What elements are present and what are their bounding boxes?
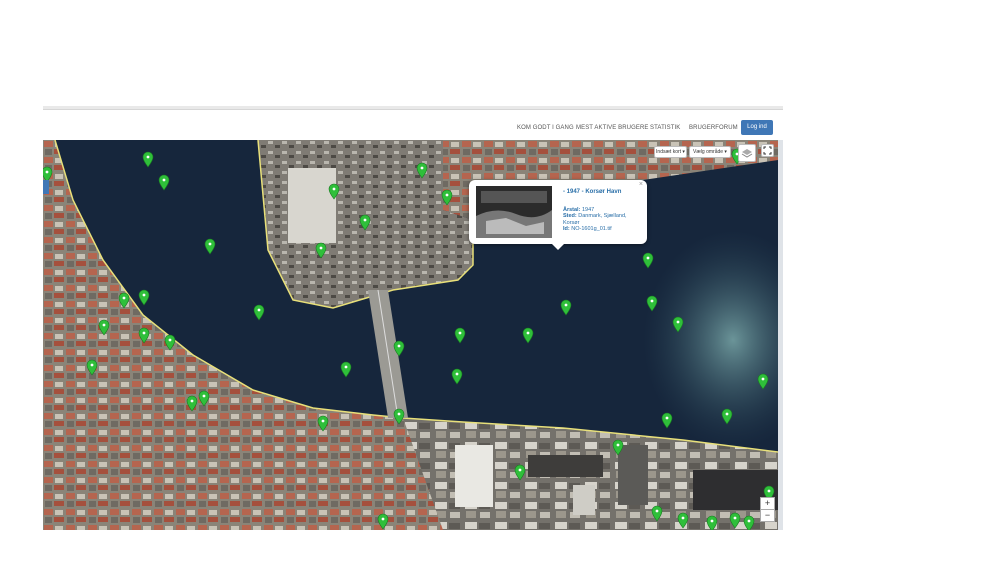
id-value: NO-1601g_01.tif <box>571 226 612 232</box>
map-marker-icon[interactable] <box>642 252 654 269</box>
popup-place-row: Sted: Danmark, Sjælland, Korsør <box>563 213 639 226</box>
top-navbar: KOM GODT I GANG MEST AKTIVE BRUGERE STAT… <box>43 110 783 141</box>
map-marker-icon[interactable] <box>186 395 198 412</box>
map-marker-icon[interactable] <box>138 327 150 344</box>
layers-icon[interactable] <box>738 144 756 162</box>
map-marker-icon[interactable] <box>646 295 658 312</box>
map-marker-icon[interactable] <box>651 505 663 522</box>
map-marker-icon[interactable] <box>86 359 98 376</box>
map-marker-icon[interactable] <box>522 327 534 344</box>
photo-popup: × - 1947 - Korsør Havn Årstal: 1947 Sted… <box>469 180 647 250</box>
map-marker-icon[interactable] <box>441 189 453 206</box>
map-marker-icon[interactable] <box>514 464 526 481</box>
map-marker-icon[interactable] <box>340 361 352 378</box>
login-button[interactable]: Log ind <box>741 120 773 135</box>
map-marker-icon[interactable] <box>359 214 371 231</box>
zoom-out-button[interactable]: − <box>760 509 775 522</box>
map-marker-icon[interactable] <box>757 373 769 390</box>
fullscreen-icon[interactable] <box>761 144 774 157</box>
map-marker-icon[interactable] <box>315 242 327 259</box>
right-panel-edge <box>778 140 783 530</box>
popup-title[interactable]: - 1947 - Korsør Havn <box>563 189 621 195</box>
marker-layer <box>43 148 775 530</box>
screenshot: KOM GODT I GANG MEST AKTIVE BRUGERE STAT… <box>43 106 783 530</box>
select-area-label: Vælg område <box>693 149 724 155</box>
place-label: Sted: <box>563 213 577 219</box>
map-marker-icon[interactable] <box>451 368 463 385</box>
map-marker-icon[interactable] <box>204 238 216 255</box>
nav-link-kom-godt-i-gang[interactable]: KOM GODT I GANG <box>517 125 574 131</box>
map-marker-icon[interactable] <box>393 408 405 425</box>
map-marker-icon[interactable] <box>118 292 130 309</box>
photo-thumbnail[interactable] <box>476 186 552 238</box>
map-marker-icon[interactable] <box>729 512 741 529</box>
map-marker-icon[interactable] <box>721 408 733 425</box>
map-marker-icon[interactable] <box>672 316 684 333</box>
map-marker-icon[interactable] <box>198 390 210 407</box>
popup-id-row: Id: NO-1601g_01.tif <box>563 226 639 233</box>
map-marker-icon[interactable] <box>743 515 755 530</box>
map-marker-icon[interactable] <box>560 299 572 316</box>
map-marker-icon[interactable] <box>393 340 405 357</box>
map-marker-icon[interactable] <box>142 151 154 168</box>
map-marker-icon[interactable] <box>416 162 428 179</box>
insert-map-label: Indsæt kort <box>656 149 682 155</box>
map-marker-icon[interactable] <box>317 415 329 432</box>
map-view[interactable]: × - 1947 - Korsør Havn Årstal: 1947 Sted… <box>43 140 778 530</box>
map-marker-icon[interactable] <box>138 289 150 306</box>
map-marker-icon[interactable] <box>454 327 466 344</box>
map-marker-icon[interactable] <box>158 174 170 191</box>
map-marker-icon[interactable] <box>677 512 689 529</box>
map-marker-icon[interactable] <box>98 319 110 336</box>
nav-link-statistik[interactable]: STATISTIK <box>650 125 680 131</box>
map-marker-icon[interactable] <box>661 412 673 429</box>
id-label: Id: <box>563 226 570 232</box>
select-area-dropdown[interactable]: Vælg område ▾ <box>689 146 731 158</box>
map-marker-icon[interactable] <box>377 513 389 530</box>
map-marker-icon[interactable] <box>328 183 340 200</box>
nav-link-brugerforum[interactable]: BRUGERFORUM <box>689 125 738 131</box>
map-marker-icon[interactable] <box>253 304 265 321</box>
map-marker-icon[interactable] <box>706 515 718 530</box>
sidebar-toggle-button[interactable] <box>43 180 49 194</box>
popup-close-button[interactable]: × <box>639 181 643 188</box>
nav-link-mest-aktive-brugere[interactable]: MEST AKTIVE BRUGERE <box>576 125 648 131</box>
map-marker-icon[interactable] <box>612 439 624 456</box>
insert-map-dropdown[interactable]: Indsæt kort ▾ <box>654 146 687 158</box>
map-marker-icon[interactable] <box>164 334 176 351</box>
